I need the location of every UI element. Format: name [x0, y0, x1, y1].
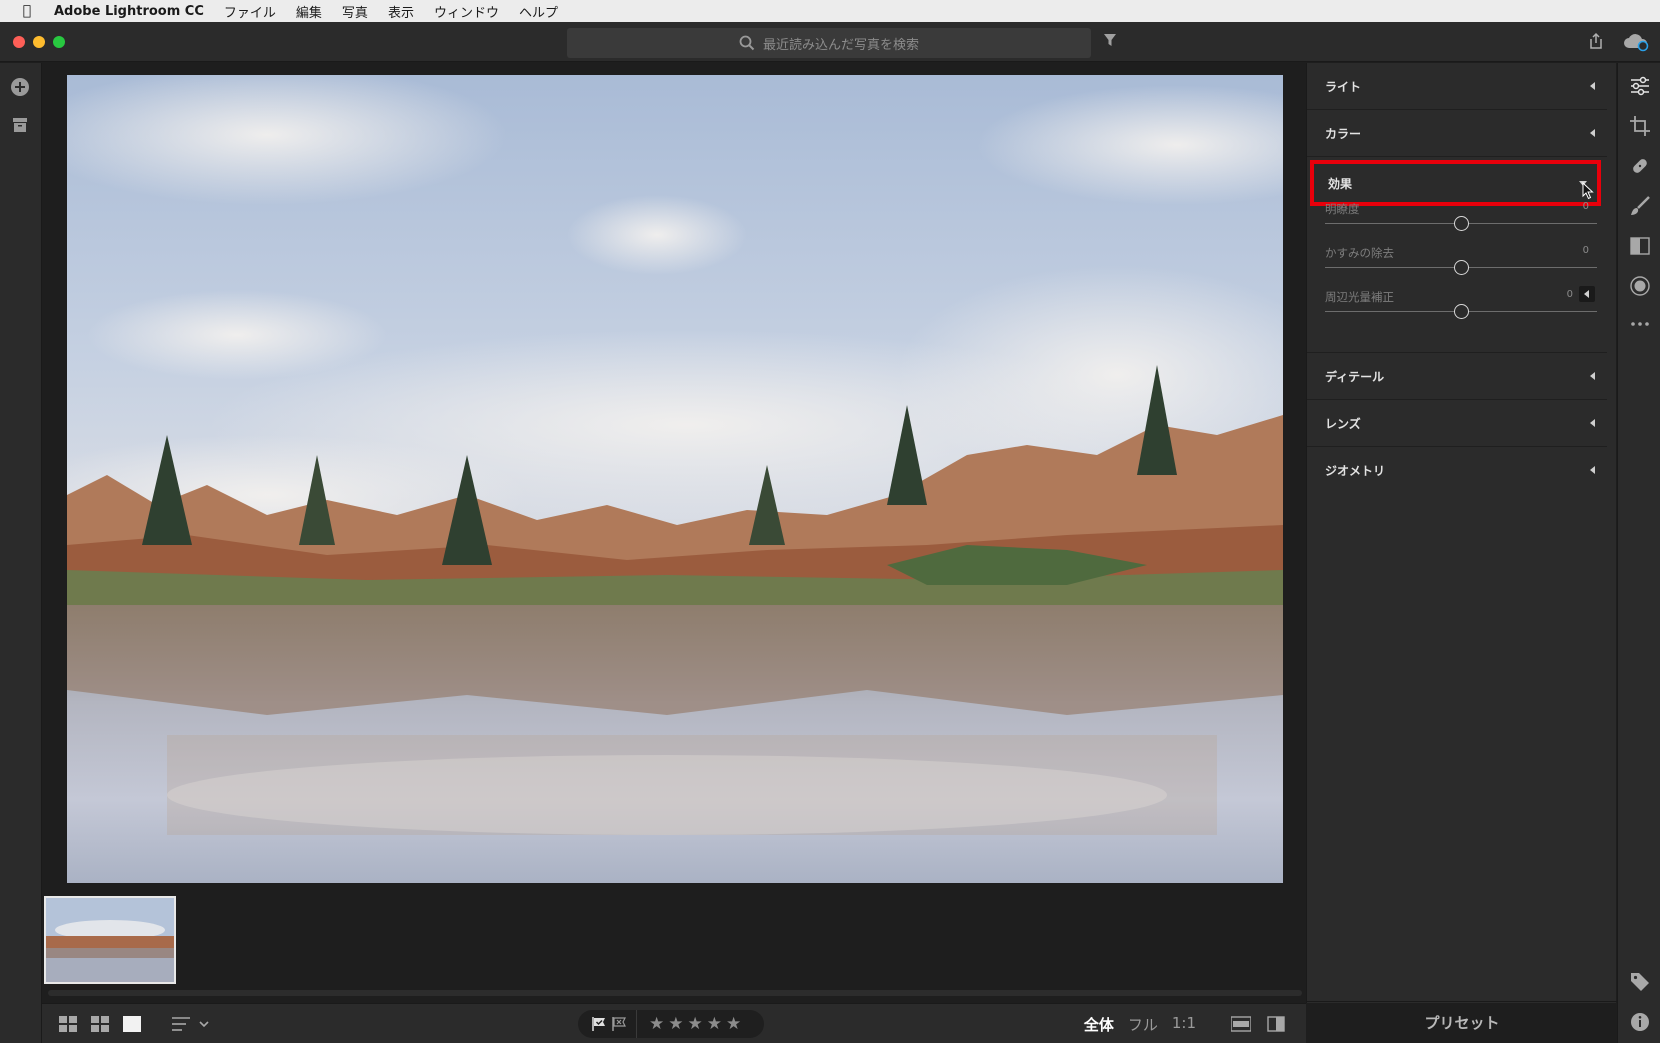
vignette-value[interactable]: 0	[1567, 289, 1573, 300]
detail-view-icon[interactable]	[123, 1016, 141, 1032]
photo-grid-view-icon[interactable]	[91, 1016, 109, 1032]
collapse-arrow-icon	[1590, 129, 1595, 137]
crop-icon[interactable]	[1629, 115, 1651, 137]
section-lens-label: レンズ	[1325, 416, 1361, 431]
presets-button[interactable]: プリセット	[1307, 1001, 1617, 1043]
clarity-slider[interactable]: 明瞭度 0	[1325, 201, 1597, 241]
search-input[interactable]: 最近読み込んだ写真を検索	[567, 28, 1091, 58]
slider-thumb[interactable]	[1453, 260, 1469, 275]
menu-bar:  Adobe Lightroom CC ファイル 編集 写真 表示 ウィンドウ…	[0, 0, 1660, 22]
clarity-label: 明瞭度	[1325, 202, 1360, 216]
vignette-label: 周辺光量補正	[1325, 290, 1394, 304]
edit-panel: ライト カラー 効果 明瞭度 0 かすみの除去 0 周辺光量補正 0 ディテール…	[1306, 63, 1617, 1032]
star-2-icon[interactable]: ★	[668, 1014, 683, 1034]
apple-menu-icon[interactable]: 	[0, 3, 54, 19]
collapse-arrow-icon	[1590, 372, 1595, 380]
keyword-tag-icon[interactable]	[1629, 971, 1651, 993]
section-geometry[interactable]: ジオメトリ	[1307, 447, 1607, 494]
section-lens[interactable]: レンズ	[1307, 400, 1607, 447]
info-icon[interactable]	[1629, 1011, 1651, 1033]
filter-icon[interactable]	[1103, 33, 1117, 47]
zoom-fit-button[interactable]: 全体	[1084, 1014, 1114, 1035]
photo-thumbnail[interactable]	[44, 896, 176, 984]
flag-and-rating-control: ★ ★ ★ ★ ★	[578, 1010, 764, 1038]
search-icon	[739, 35, 755, 51]
close-window-button[interactable]	[13, 36, 25, 48]
section-light[interactable]: ライト	[1307, 63, 1607, 110]
dehaze-slider[interactable]: かすみの除去 0	[1325, 245, 1597, 285]
section-light-label: ライト	[1325, 79, 1362, 94]
zoom-options: 全体 フル 1:1	[1084, 1014, 1196, 1035]
square-grid-view-icon[interactable]	[59, 1016, 77, 1032]
clarity-value[interactable]: 0	[1583, 201, 1589, 212]
radial-gradient-icon[interactable]	[1629, 275, 1651, 297]
share-icon[interactable]	[1587, 32, 1605, 50]
zoom-1to1-button[interactable]: 1:1	[1172, 1014, 1196, 1035]
cloud-sync-icon[interactable]	[1623, 32, 1649, 52]
minimize-window-button[interactable]	[33, 36, 45, 48]
section-geometry-label: ジオメトリ	[1325, 464, 1386, 478]
reject-flag-icon[interactable]	[612, 1017, 626, 1031]
menu-file[interactable]: ファイル	[224, 2, 276, 21]
star-4-icon[interactable]: ★	[707, 1014, 722, 1034]
section-color[interactable]: カラー	[1307, 110, 1607, 157]
menu-view[interactable]: 表示	[388, 2, 414, 21]
show-original-icon[interactable]	[1231, 1016, 1251, 1032]
dehaze-label: かすみの除去	[1325, 246, 1394, 260]
dehaze-value[interactable]: 0	[1583, 245, 1589, 256]
section-color-label: カラー	[1325, 126, 1362, 141]
filmstrip-scrollbar[interactable]	[48, 990, 1302, 996]
slider-thumb[interactable]	[1453, 304, 1469, 319]
menu-window[interactable]: ウィンドウ	[434, 2, 499, 21]
filmstrip	[42, 893, 1306, 993]
collapse-arrow-icon	[1590, 466, 1595, 474]
sort-icon[interactable]	[172, 1016, 212, 1032]
vignette-expand-button[interactable]	[1579, 286, 1595, 302]
zoom-fill-button[interactable]: フル	[1128, 1014, 1158, 1035]
section-effects-label: 効果	[1328, 176, 1353, 191]
brush-icon[interactable]	[1629, 195, 1651, 217]
library-icon[interactable]	[10, 115, 30, 135]
title-bar: 最近読み込んだ写真を検索	[0, 22, 1660, 62]
section-detail[interactable]: ディテール	[1307, 353, 1607, 400]
collapse-arrow-icon	[1590, 82, 1595, 90]
search-placeholder: 最近読み込んだ写真を検索	[762, 37, 919, 53]
menu-edit[interactable]: 編集	[296, 2, 322, 21]
section-effects[interactable]: 効果	[1310, 160, 1601, 206]
section-detail-label: ディテール	[1325, 369, 1385, 384]
pick-flag-icon[interactable]	[592, 1017, 606, 1031]
menu-help[interactable]: ヘルプ	[519, 2, 558, 21]
more-options-icon[interactable]	[1629, 313, 1651, 335]
mouse-cursor-icon	[1582, 182, 1594, 200]
slider-thumb[interactable]	[1453, 216, 1469, 231]
main-photo[interactable]	[67, 75, 1283, 883]
star-rating: ★ ★ ★ ★ ★	[637, 1014, 741, 1034]
collapse-arrow-icon	[1590, 419, 1595, 427]
app-name-menu[interactable]: Adobe Lightroom CC	[54, 4, 204, 19]
tool-rail	[1617, 63, 1660, 1043]
add-photos-icon[interactable]	[10, 77, 30, 97]
compare-view-icon[interactable]	[1267, 1016, 1285, 1032]
left-rail	[0, 63, 42, 1043]
zoom-window-button[interactable]	[53, 36, 65, 48]
menu-photo[interactable]: 写真	[342, 2, 368, 21]
vignette-slider[interactable]: 周辺光量補正 0	[1325, 286, 1597, 329]
bottom-toolbar: ★ ★ ★ ★ ★ 全体 フル 1:1	[42, 1003, 1306, 1043]
photo-view	[42, 63, 1306, 1003]
star-1-icon[interactable]: ★	[649, 1014, 664, 1034]
healing-brush-icon[interactable]	[1629, 155, 1651, 177]
star-3-icon[interactable]: ★	[688, 1014, 703, 1034]
star-5-icon[interactable]: ★	[726, 1014, 741, 1034]
linear-gradient-icon[interactable]	[1629, 235, 1651, 257]
edit-sliders-icon[interactable]	[1629, 75, 1651, 97]
